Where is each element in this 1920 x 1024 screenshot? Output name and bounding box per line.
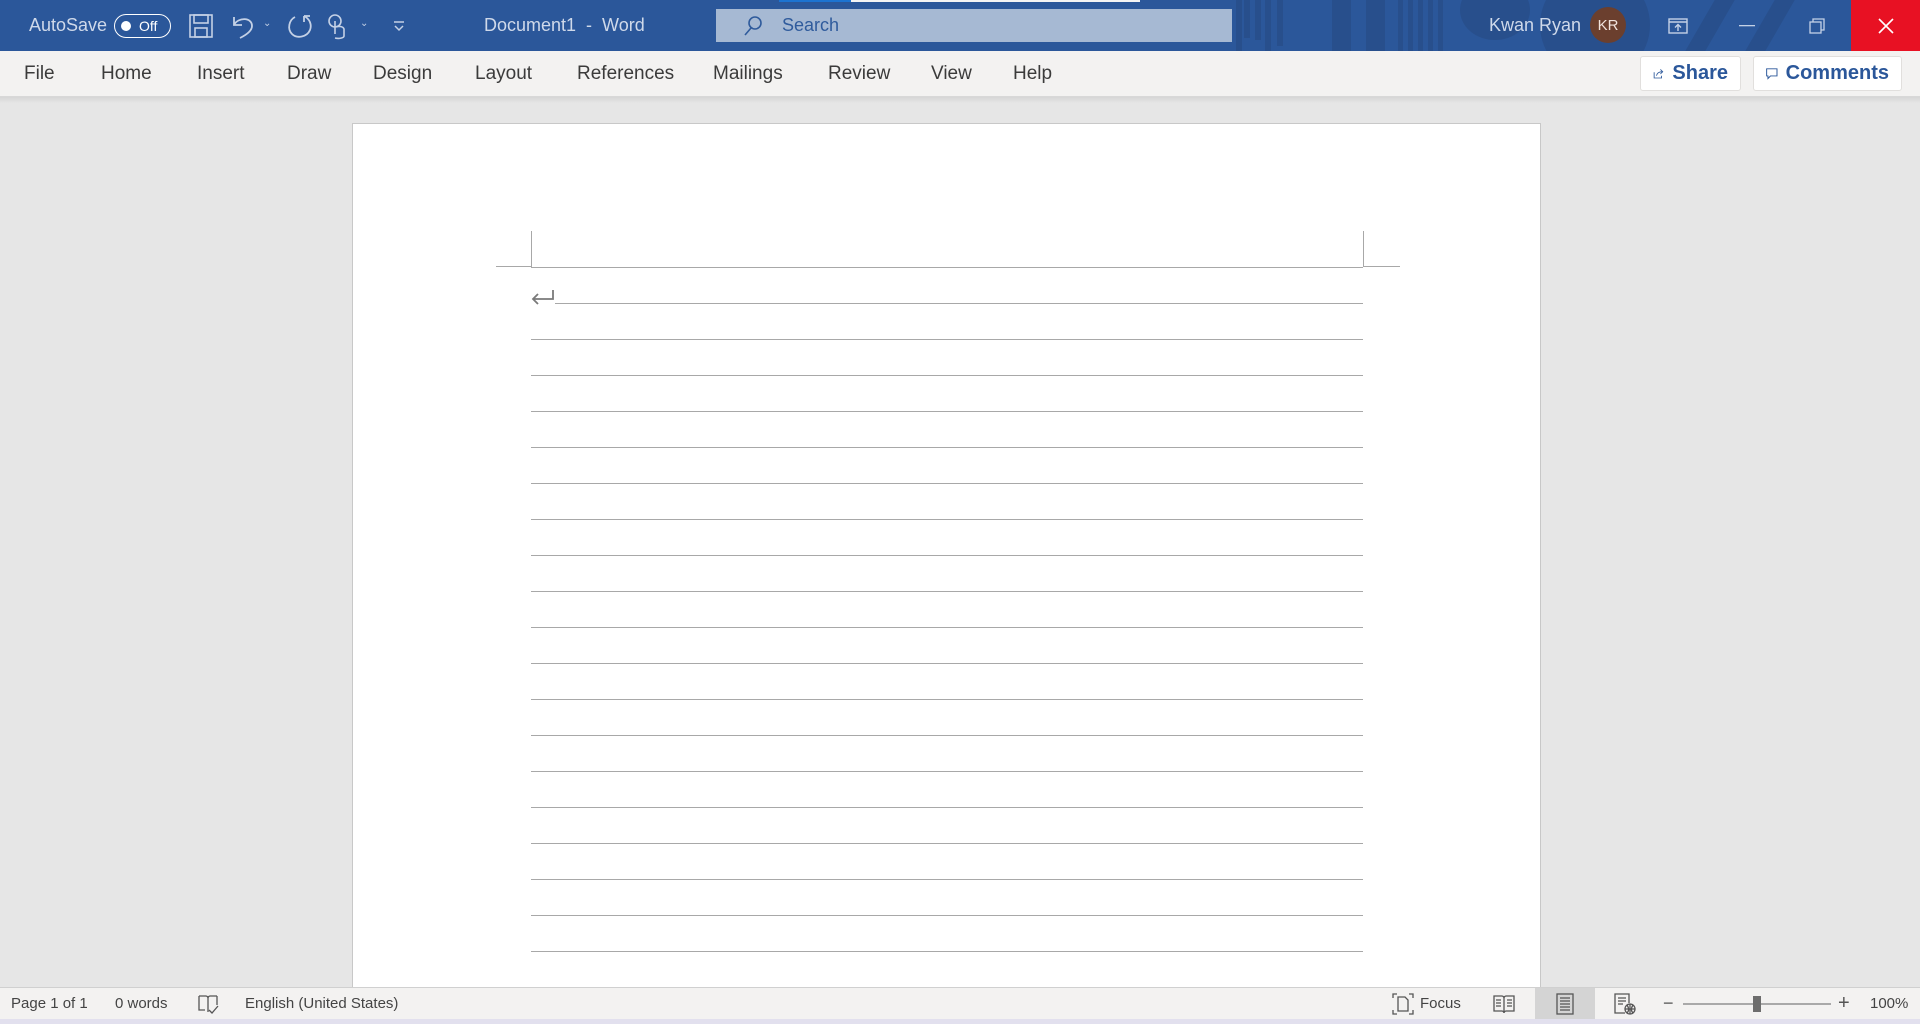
- title-decoration: [1438, 0, 1443, 51]
- tab-draw[interactable]: Draw: [287, 51, 331, 97]
- search-placeholder: Search: [782, 15, 840, 35]
- print-layout-icon: [1556, 992, 1574, 1015]
- share-icon: [1653, 68, 1664, 78]
- minimize-icon: [1738, 24, 1755, 26]
- tab-home[interactable]: Home: [101, 51, 152, 97]
- customize-qat-icon[interactable]: [385, 12, 413, 40]
- title-decoration: [1236, 0, 1242, 51]
- title-decoration: [1428, 0, 1433, 51]
- restore-icon: [1808, 17, 1825, 34]
- print-layout-button[interactable]: [1535, 988, 1595, 1019]
- zoom-out-button[interactable]: −: [1663, 988, 1674, 1019]
- touch-mode-icon[interactable]: [324, 12, 352, 40]
- title-decoration: [1418, 0, 1423, 51]
- title-decoration: [1332, 0, 1351, 51]
- title-decoration: [1277, 0, 1283, 46]
- minimize-button[interactable]: [1712, 0, 1781, 51]
- read-mode-icon: [1493, 994, 1515, 1013]
- tab-help[interactable]: Help: [1013, 51, 1052, 97]
- tab-review[interactable]: Review: [828, 51, 890, 97]
- comments-label: Comments: [1785, 62, 1889, 84]
- title-decoration: [1408, 0, 1413, 51]
- undo-icon[interactable]: [229, 12, 257, 40]
- zoom-level[interactable]: 100%: [1870, 988, 1908, 1019]
- language-indicator[interactable]: English (United States): [245, 988, 398, 1019]
- comment-icon: [1766, 67, 1778, 80]
- tab-file[interactable]: File: [24, 51, 55, 97]
- ribbon-tab-bar: File Home Insert Draw Design Layout Refe…: [0, 51, 1920, 97]
- user-name[interactable]: Kwan Ryan: [1489, 0, 1581, 51]
- title-decoration: [1366, 0, 1385, 51]
- toggle-knob: [121, 20, 131, 31]
- title-bar: AutoSave Off ⌄ ⌄ Document1 - Word Search…: [0, 0, 1920, 51]
- web-layout-icon: [1614, 992, 1636, 1015]
- focus-mode-button[interactable]: Focus: [1392, 988, 1461, 1019]
- word-count[interactable]: 0 words: [115, 988, 168, 1019]
- autosave-state: Off: [139, 17, 158, 34]
- zoom-slider-thumb[interactable]: [1753, 996, 1761, 1012]
- title-decoration: [1255, 0, 1261, 40]
- zoom-in-button[interactable]: +: [1838, 988, 1850, 1019]
- search-box[interactable]: Search: [716, 9, 1232, 42]
- autosave-toggle[interactable]: Off: [114, 0, 171, 51]
- restore-button[interactable]: [1782, 0, 1851, 51]
- search-icon: [744, 15, 762, 36]
- title-decoration: [1398, 0, 1403, 51]
- ribbon-display-options-icon: [1667, 17, 1688, 34]
- save-icon[interactable]: [187, 12, 215, 40]
- document-page[interactable]: [352, 123, 1541, 987]
- comments-button[interactable]: Comments: [1753, 56, 1902, 91]
- share-button[interactable]: Share: [1640, 56, 1741, 91]
- title-decoration: [1244, 0, 1250, 38]
- bottom-edge: [0, 1019, 1920, 1024]
- undo-dropdown-chevron-icon[interactable]: ⌄: [263, 18, 271, 29]
- autosave-label: AutoSave: [29, 15, 108, 35]
- tab-insert[interactable]: Insert: [197, 51, 245, 97]
- loading-bar: [779, 0, 1140, 2]
- ribbon-shadow: [0, 97, 1920, 103]
- avatar[interactable]: KR: [1590, 7, 1626, 43]
- tab-view[interactable]: View: [931, 51, 972, 97]
- title-decoration: [1265, 0, 1271, 51]
- proofing-book-icon: [198, 994, 219, 1014]
- web-layout-button[interactable]: [1595, 988, 1655, 1019]
- close-button[interactable]: [1851, 0, 1920, 51]
- focus-icon: [1392, 992, 1414, 1015]
- share-label: Share: [1672, 62, 1728, 84]
- proofing-button[interactable]: [197, 988, 219, 1019]
- tab-mailings[interactable]: Mailings: [713, 51, 783, 97]
- redo-icon[interactable]: [286, 12, 314, 40]
- tab-layout[interactable]: Layout: [475, 51, 532, 97]
- tab-references[interactable]: References: [577, 51, 674, 97]
- page-count[interactable]: Page 1 of 1: [11, 988, 88, 1019]
- touch-mode-dropdown-chevron-icon[interactable]: ⌄: [360, 18, 368, 29]
- read-mode-button[interactable]: [1474, 988, 1534, 1019]
- ribbon-display-options-button[interactable]: [1643, 0, 1712, 51]
- tab-design[interactable]: Design: [373, 51, 432, 97]
- close-icon: [1877, 17, 1894, 34]
- document-title: Document1 - Word: [484, 15, 645, 35]
- status-bar: Page 1 of 1 0 words English (United Stat…: [0, 987, 1920, 1019]
- focus-label: Focus: [1420, 995, 1461, 1012]
